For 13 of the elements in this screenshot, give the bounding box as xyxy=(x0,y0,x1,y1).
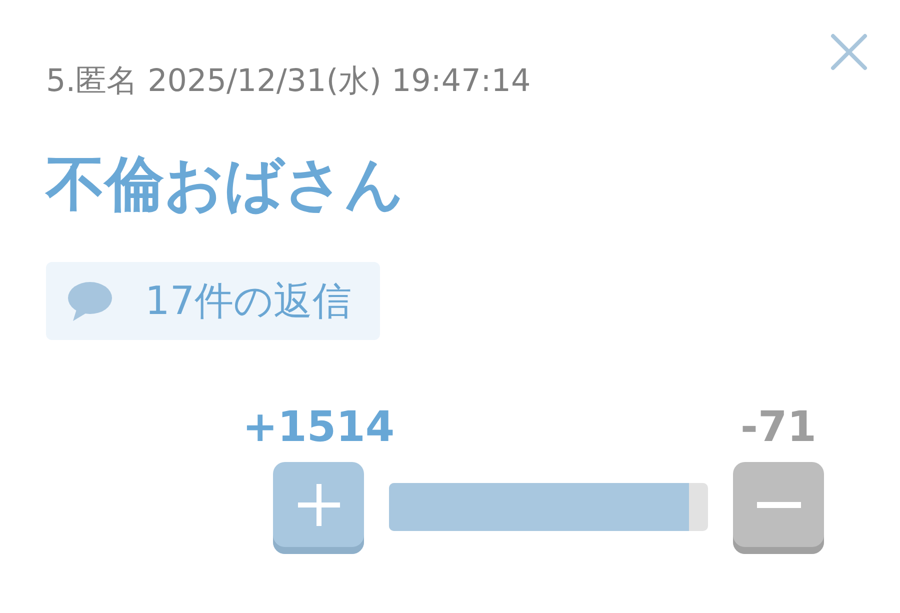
poster-name: 5.匿名 xyxy=(46,63,138,99)
post-date: 2025/12/31(水) xyxy=(148,63,382,99)
upvote-button[interactable] xyxy=(273,462,364,554)
post-time: 19:47:14 xyxy=(391,63,531,99)
downvote-count: -71 xyxy=(740,406,816,448)
close-icon[interactable] xyxy=(830,33,868,71)
plus-icon xyxy=(298,484,340,526)
upvote-count: +1514 xyxy=(242,406,395,448)
downvote-button[interactable] xyxy=(733,462,824,554)
replies-button[interactable]: 17件の返信 xyxy=(46,262,380,340)
minus-icon xyxy=(756,502,800,508)
post-title: 不倫おばさん xyxy=(46,149,404,219)
speech-bubble-icon xyxy=(68,281,112,321)
